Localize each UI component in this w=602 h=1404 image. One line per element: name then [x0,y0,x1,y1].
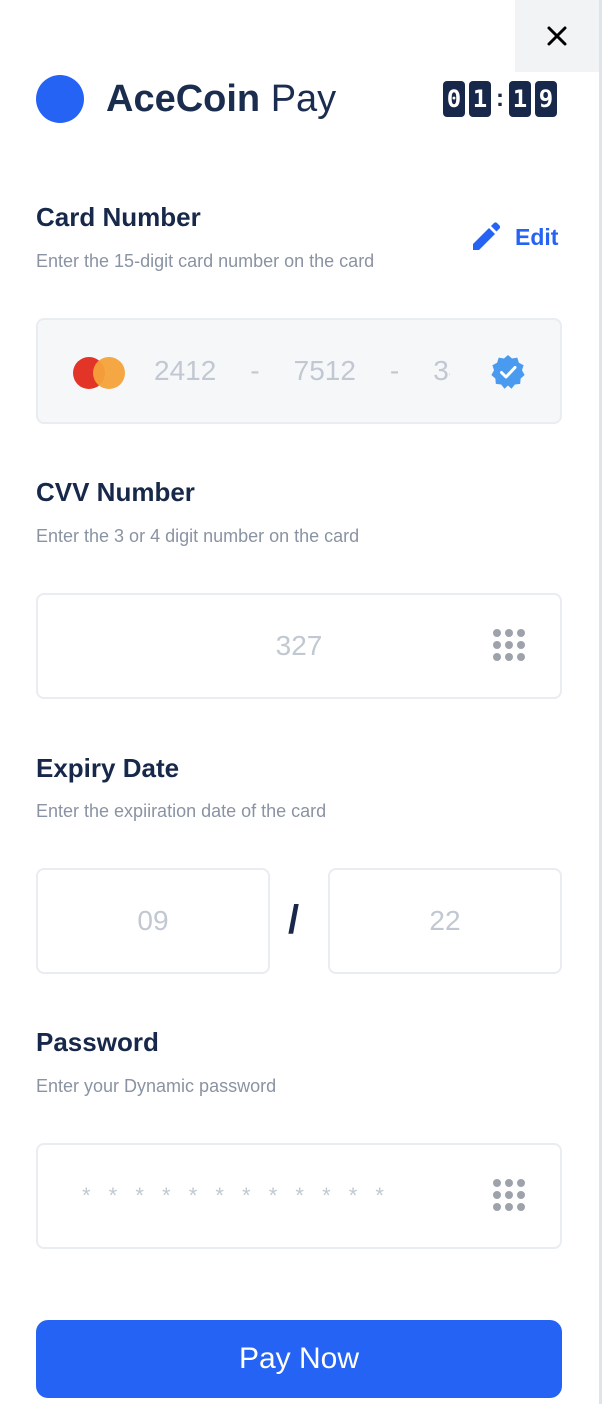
card-number-value: 2412 - 7512 - 3412 [154,320,450,422]
cvv-input[interactable]: 327 [36,593,562,699]
keypad-icon[interactable] [493,629,525,661]
expiry-month-value: 09 [137,905,169,936]
cvv-hint: Enter the 3 or 4 digit number on the car… [36,526,360,546]
card-number-part: 3412 [433,355,450,386]
timer-digit: 1 [509,81,531,117]
card-number-hint: Enter the 15-digit card number on the ca… [36,251,375,271]
cvv-value: 327 [275,630,323,661]
mastercard-icon [73,357,127,389]
countdown-timer: 0 1 : 1 9 [443,81,561,117]
expiry-hint: Enter the expiiration date of the card [36,801,327,821]
expiry-year-input[interactable]: 22 [328,868,562,974]
card-number-field[interactable]: 2412 - 7512 - 3412 [36,318,562,424]
timer-separator: : [496,85,504,112]
keypad-icon[interactable] [493,1179,525,1211]
expiry-separator: / [288,898,300,942]
card-number-label: Card Number [36,202,201,232]
expiry-month-input[interactable]: 09 [36,868,270,974]
pay-now-button[interactable]: Pay Now [36,1320,562,1398]
edit-label: Edit [515,223,559,250]
cvv-label: CVV Number [36,477,195,507]
timer-digit: 0 [443,81,465,117]
card-number-separator: - [389,355,400,386]
password-mask: * * * * * * * * * * * * [82,1183,390,1208]
card-number-part: 2412 [154,355,217,386]
expiry-year-value: 22 [429,905,461,936]
password-hint: Enter your Dynamic password [36,1076,277,1096]
brand-name-bold: AceCoin [106,78,261,120]
close-icon [547,26,567,46]
brand-name-light: Pay [270,78,337,120]
card-number-part: 7512 [293,355,356,386]
pencil-icon [473,222,501,250]
expiry-label: Expiry Date [36,753,180,783]
close-button[interactable] [515,0,599,72]
timer-digit: 9 [535,81,557,117]
edit-card-button[interactable]: Edit [468,220,558,254]
brand-name: AceCoin Pay [106,76,336,122]
brand-logo [36,75,84,123]
card-number-separator: - [250,355,260,386]
password-input[interactable]: * * * * * * * * * * * * [36,1143,562,1249]
verified-badge-icon [491,355,525,389]
password-label: Password [36,1027,159,1057]
timer-digit: 1 [469,81,491,117]
